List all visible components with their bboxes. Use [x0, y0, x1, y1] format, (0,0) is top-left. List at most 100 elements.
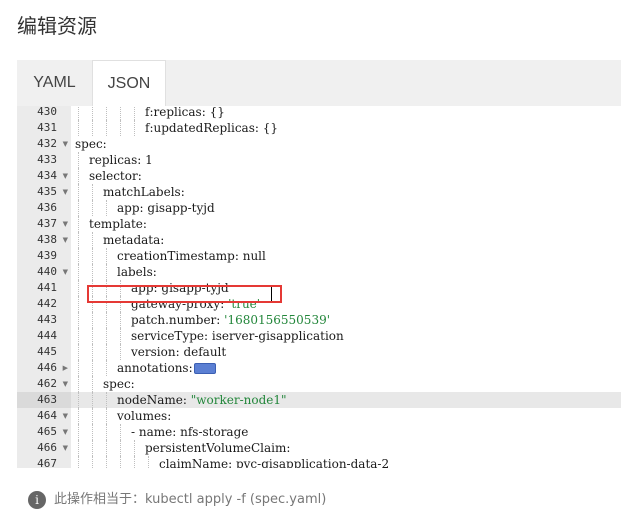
code-line[interactable]: 434 ▼ selector: — [17, 168, 621, 184]
code-line[interactable]: 443 patch.number: '1680156550539' — [17, 312, 621, 328]
code-text[interactable]: matchLabels: — [103, 184, 185, 200]
code-line[interactable]: 435 ▼ matchLabels: — [17, 184, 621, 200]
indent-guide — [78, 216, 79, 232]
fold-chevron-icon[interactable]: ▼ — [63, 232, 68, 248]
line-number: 466 — [37, 441, 57, 454]
yaml-key: volumes — [117, 409, 168, 423]
code-text[interactable]: spec: — [75, 136, 107, 152]
code-line[interactable]: 431 f:updatedReplicas: {} — [17, 120, 621, 136]
code-text[interactable]: labels: — [117, 264, 157, 280]
code-line[interactable]: 467 claimName: pvc-gisapplication-data-2 — [17, 456, 621, 468]
code-line[interactable]: 465 ▼ - name: nfs-storage — [17, 424, 621, 440]
indent-guide — [92, 200, 93, 216]
code-line[interactable]: 463 nodeName: "worker-node1" — [17, 392, 621, 408]
code-text[interactable]: serviceType: iserver-gisapplication — [131, 328, 344, 344]
indent-guide — [120, 328, 121, 344]
yaml-key: creationTimestamp — [117, 249, 235, 263]
gutter-cell: 463 — [17, 392, 71, 408]
code-text[interactable]: spec: — [103, 376, 135, 392]
indent-guide — [92, 440, 93, 456]
tab-json[interactable]: JSON — [92, 60, 166, 106]
code-text[interactable]: f:replicas: {} — [145, 106, 225, 120]
line-number: 437 — [37, 217, 57, 230]
code-text[interactable]: nodeName: "worker-node1" — [117, 392, 287, 408]
indent-guide — [78, 152, 79, 168]
code-text[interactable]: version: default — [131, 344, 226, 360]
tab-yaml[interactable]: YAML — [17, 60, 92, 106]
gutter-cell: 435 ▼ — [17, 184, 71, 200]
text-cursor — [271, 287, 272, 301]
line-number: 434 — [37, 169, 57, 182]
indent-guide — [92, 248, 93, 264]
gutter-cell: 442 — [17, 296, 71, 312]
code-line[interactable]: 444 serviceType: iserver-gisapplication — [17, 328, 621, 344]
code-line[interactable]: 436 app: gisapp-tyjd — [17, 200, 621, 216]
code-text[interactable]: - name: nfs-storage — [131, 424, 248, 440]
code-line[interactable]: 445 version: default — [17, 344, 621, 360]
code-text[interactable]: claimName: pvc-gisapplication-data-2 — [159, 456, 389, 468]
indent-guide — [78, 248, 79, 264]
format-tabs: YAML JSON — [17, 60, 621, 106]
fold-chevron-icon[interactable]: ▼ — [63, 408, 68, 424]
code-line[interactable]: 464 ▼ volumes: — [17, 408, 621, 424]
code-text[interactable]: replicas: 1 — [89, 152, 153, 168]
fold-chevron-icon[interactable]: ▼ — [63, 184, 68, 200]
indent-guide — [78, 408, 79, 424]
indent-guide — [78, 440, 79, 456]
line-number: 432 — [37, 137, 57, 150]
indent-guide — [78, 360, 79, 376]
line-number: 440 — [37, 265, 57, 278]
gutter-cell: 437 ▼ — [17, 216, 71, 232]
code-line[interactable]: 440 ▼ labels: — [17, 264, 621, 280]
yaml-key: nodeName — [117, 393, 183, 407]
line-number: 431 — [37, 121, 57, 134]
gutter-cell: 430 — [17, 106, 71, 120]
gutter-cell: 445 — [17, 344, 71, 360]
gutter-cell: 441 — [17, 280, 71, 296]
line-number: 445 — [37, 345, 57, 358]
line-number: 436 — [37, 201, 57, 214]
yaml-key: version — [131, 345, 176, 359]
collapsed-annotations-icon[interactable] — [193, 363, 216, 374]
fold-chevron-icon[interactable]: ▼ — [63, 424, 68, 440]
fold-chevron-icon[interactable]: ▼ — [63, 264, 68, 280]
code-line[interactable]: 437 ▼ template: — [17, 216, 621, 232]
yaml-key: serviceType — [131, 329, 205, 343]
code-text[interactable]: patch.number: '1680156550539' — [131, 312, 330, 328]
fold-chevron-icon[interactable]: ▼ — [63, 168, 68, 184]
code-text[interactable]: creationTimestamp: null — [117, 248, 266, 264]
code-line[interactable]: 432 ▼ spec: — [17, 136, 621, 152]
gutter-cell: 462 ▼ — [17, 376, 71, 392]
indent-guide — [78, 296, 79, 312]
gutter-cell: 438 ▼ — [17, 232, 71, 248]
fold-chevron-icon[interactable]: ▼ — [63, 136, 68, 152]
code-text[interactable]: app: gisapp-tyjd — [117, 200, 215, 216]
indent-guide — [120, 106, 121, 120]
code-text[interactable]: persistentVolumeClaim: — [145, 440, 290, 456]
fold-chevron-icon[interactable]: ▼ — [63, 376, 68, 392]
code-text[interactable]: volumes: — [117, 408, 171, 424]
code-line[interactable]: 438 ▼ metadata: — [17, 232, 621, 248]
code-text[interactable]: f:updatedReplicas: {} — [145, 120, 278, 136]
code-line[interactable]: 439 creationTimestamp: null — [17, 248, 621, 264]
fold-chevron-icon[interactable]: ▼ — [63, 440, 68, 456]
code-text[interactable]: metadata: — [103, 232, 164, 248]
code-line[interactable]: 462 ▼ spec: — [17, 376, 621, 392]
indent-guide — [78, 200, 79, 216]
indent-guide — [92, 120, 93, 136]
code-text[interactable]: template: — [89, 216, 147, 232]
code-line[interactable]: 430 f:replicas: {} — [17, 106, 621, 120]
code-line[interactable]: 433 replicas: 1 — [17, 152, 621, 168]
fold-chevron-icon[interactable]: ▼ — [63, 216, 68, 232]
line-number: 443 — [37, 313, 57, 326]
yaml-key: f:updatedReplicas — [145, 121, 255, 135]
gutter-cell: 467 — [17, 456, 71, 468]
code-text[interactable]: annotations: — [117, 360, 216, 376]
indent-guide — [106, 328, 107, 344]
code-line[interactable]: 466 ▼ persistentVolumeClaim: — [17, 440, 621, 456]
gutter-cell: 436 — [17, 200, 71, 216]
code-text[interactable]: selector: — [89, 168, 142, 184]
code-line[interactable]: 446 ▶ annotations: — [17, 360, 621, 376]
indent-guide — [92, 328, 93, 344]
fold-chevron-icon[interactable]: ▶ — [63, 360, 68, 376]
